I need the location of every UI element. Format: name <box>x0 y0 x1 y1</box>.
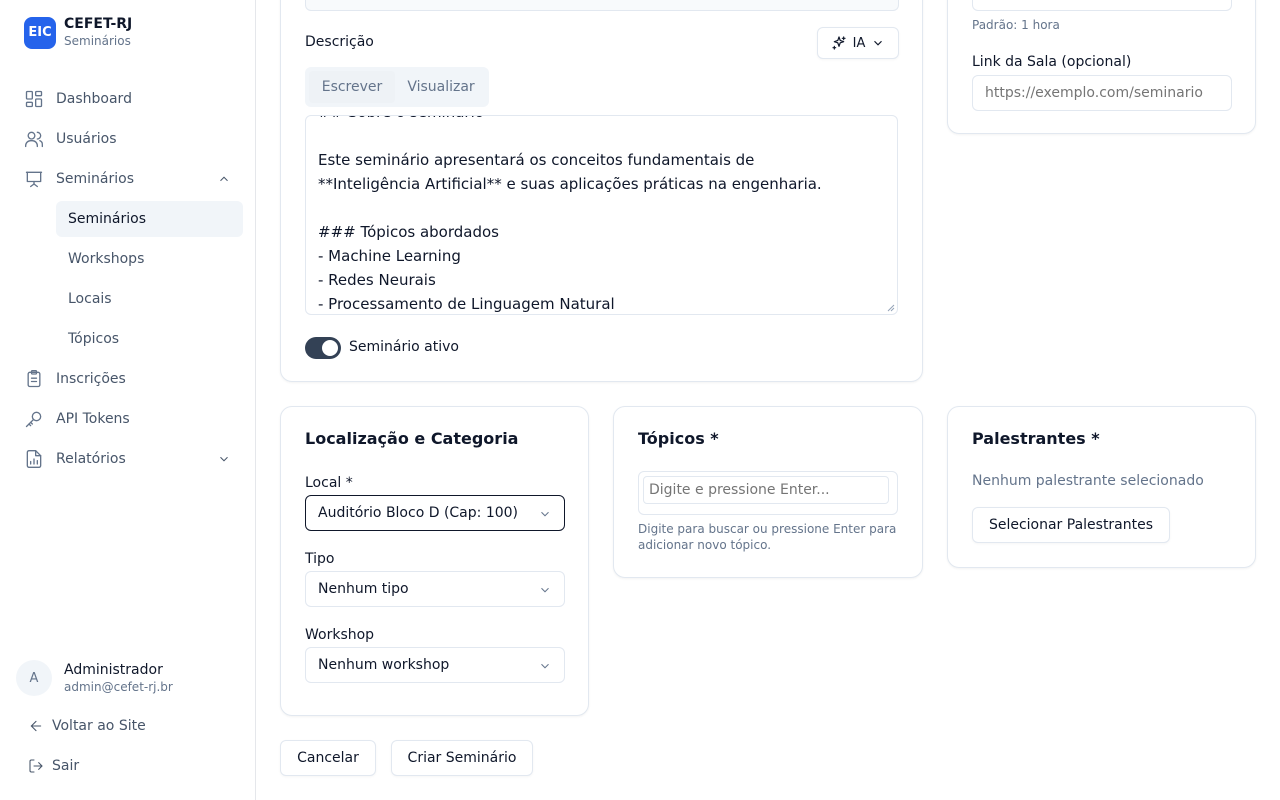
user-email: admin@cefet-rj.br <box>64 680 173 694</box>
local-select[interactable]: Auditório Bloco D (Cap: 100) <box>305 495 565 531</box>
brand[interactable]: EIC CEFET-RJ Seminários <box>24 16 132 49</box>
topics-card-title: Tópicos * <box>638 429 719 448</box>
create-seminar-button[interactable]: Criar Seminário <box>391 740 533 776</box>
user-name: Administrador <box>64 662 163 678</box>
brand-subtitle: Seminários <box>64 34 131 48</box>
back-to-site-link[interactable]: Voltar ao Site <box>28 716 146 736</box>
workshop-label: Workshop <box>305 627 375 643</box>
chevron-down-icon <box>538 659 552 673</box>
description-text: ## Sobre o seminário Este seminário apre… <box>318 116 822 313</box>
topics-hint: Digite para buscar ou pressione Enter pa… <box>638 522 897 552</box>
sidebar-item-dashboard[interactable]: Dashboard <box>16 81 243 117</box>
subnav-item-workshops[interactable]: Workshops <box>56 241 243 277</box>
back-to-site-label: Voltar ao Site <box>52 718 146 734</box>
sidebar-item-label: Relatórios <box>56 451 126 467</box>
description-label: Descrição <box>305 34 374 50</box>
tab-write[interactable]: Escrever <box>309 71 395 103</box>
sidebar-item-seminars[interactable]: Seminários <box>16 161 243 197</box>
brand-logo: EIC <box>24 16 56 49</box>
avatar: A <box>16 660 52 696</box>
subnav-item-locations[interactable]: Locais <box>56 281 243 317</box>
toggle-knob <box>322 340 338 356</box>
topics-card: Tópicos * Digite para buscar ou pression… <box>613 406 923 578</box>
chevron-down-icon <box>217 452 231 466</box>
user-profile[interactable]: A Administrador admin@cefet-rj.br <box>16 660 173 696</box>
arrow-left-icon <box>30 720 42 732</box>
subnav-item-topics[interactable]: Tópicos <box>56 321 243 357</box>
chevron-down-icon <box>538 507 552 521</box>
key-icon <box>24 409 44 429</box>
resize-handle-icon[interactable] <box>887 304 895 312</box>
clipboard-icon <box>24 369 44 389</box>
duration-hint: Padrão: 1 hora <box>972 18 1060 32</box>
seminar-info-card: Descrição IA Escrever Visualizar ## Sobr… <box>280 0 923 382</box>
workshop-select[interactable]: Nenhum workshop <box>305 647 565 683</box>
report-icon <box>24 449 44 469</box>
speakers-card: Palestrantes * Nenhum palestrante seleci… <box>947 406 1256 568</box>
logout-label: Sair <box>52 758 80 774</box>
users-icon <box>24 129 44 149</box>
active-toggle-label: Seminário ativo <box>349 339 459 355</box>
subnav-item-label: Tópicos <box>68 331 120 347</box>
type-select-value: Nenhum tipo <box>318 581 409 597</box>
speakers-empty-text: Nenhum palestrante selecionado <box>972 473 1204 489</box>
presentation-icon <box>24 169 44 189</box>
subnav-item-label: Locais <box>68 291 112 307</box>
tab-preview[interactable]: Visualizar <box>397 71 485 103</box>
sidebar-item-label: Usuários <box>56 131 117 147</box>
logout-icon <box>29 759 43 773</box>
topics-input-box <box>638 471 898 515</box>
sparkles-icon <box>832 36 846 50</box>
room-link-label: Link da Sala (opcional) <box>972 54 1132 70</box>
cancel-button[interactable]: Cancelar <box>280 740 376 776</box>
sidebar-item-api-tokens[interactable]: API Tokens <box>16 401 243 437</box>
location-card-title: Localização e Categoria <box>305 429 519 448</box>
select-speakers-button[interactable]: Selecionar Palestrantes <box>972 507 1170 543</box>
ai-button-label: IA <box>852 35 866 51</box>
local-label: Local * <box>305 475 353 491</box>
speakers-card-title: Palestrantes * <box>972 429 1100 448</box>
subnav-item-label: Seminários <box>68 211 146 227</box>
grid-icon <box>24 89 44 109</box>
location-card: Localização e Categoria Local * Auditóri… <box>280 406 589 716</box>
chevron-up-icon <box>217 172 231 186</box>
sidebar-item-registrations[interactable]: Inscrições <box>16 361 243 397</box>
sidebar: EIC CEFET-RJ Seminários Dashboard Usuári… <box>0 0 256 800</box>
subnav-item-label: Workshops <box>68 251 145 267</box>
type-select[interactable]: Nenhum tipo <box>305 571 565 607</box>
local-select-value: Auditório Bloco D (Cap: 100) <box>318 505 518 521</box>
topics-input[interactable] <box>643 476 889 504</box>
sidebar-item-label: Inscrições <box>56 371 126 387</box>
previous-field[interactable] <box>305 0 899 11</box>
sidebar-item-label: Seminários <box>56 171 134 187</box>
chevron-down-icon <box>538 583 552 597</box>
ai-button[interactable]: IA <box>817 27 899 59</box>
editor-tabs: Escrever Visualizar <box>305 67 489 107</box>
sidebar-item-users[interactable]: Usuários <box>16 121 243 157</box>
logout-link[interactable]: Sair <box>28 756 79 776</box>
sidebar-item-label: Dashboard <box>56 91 132 107</box>
room-link-input[interactable] <box>972 75 1232 111</box>
subnav-item-seminars[interactable]: Seminários <box>56 201 243 237</box>
active-toggle[interactable] <box>305 337 341 359</box>
type-label: Tipo <box>305 551 335 567</box>
schedule-card: Padrão: 1 hora Link da Sala (opcional) <box>947 0 1256 134</box>
description-textarea[interactable]: ## Sobre o seminário Este seminário apre… <box>305 115 898 315</box>
duration-field[interactable] <box>972 0 1232 11</box>
brand-title: CEFET-RJ <box>64 16 133 32</box>
workshop-select-value: Nenhum workshop <box>318 657 450 673</box>
sidebar-item-label: API Tokens <box>56 411 130 427</box>
chevron-down-icon <box>874 40 883 46</box>
sidebar-item-reports[interactable]: Relatórios <box>16 441 243 477</box>
